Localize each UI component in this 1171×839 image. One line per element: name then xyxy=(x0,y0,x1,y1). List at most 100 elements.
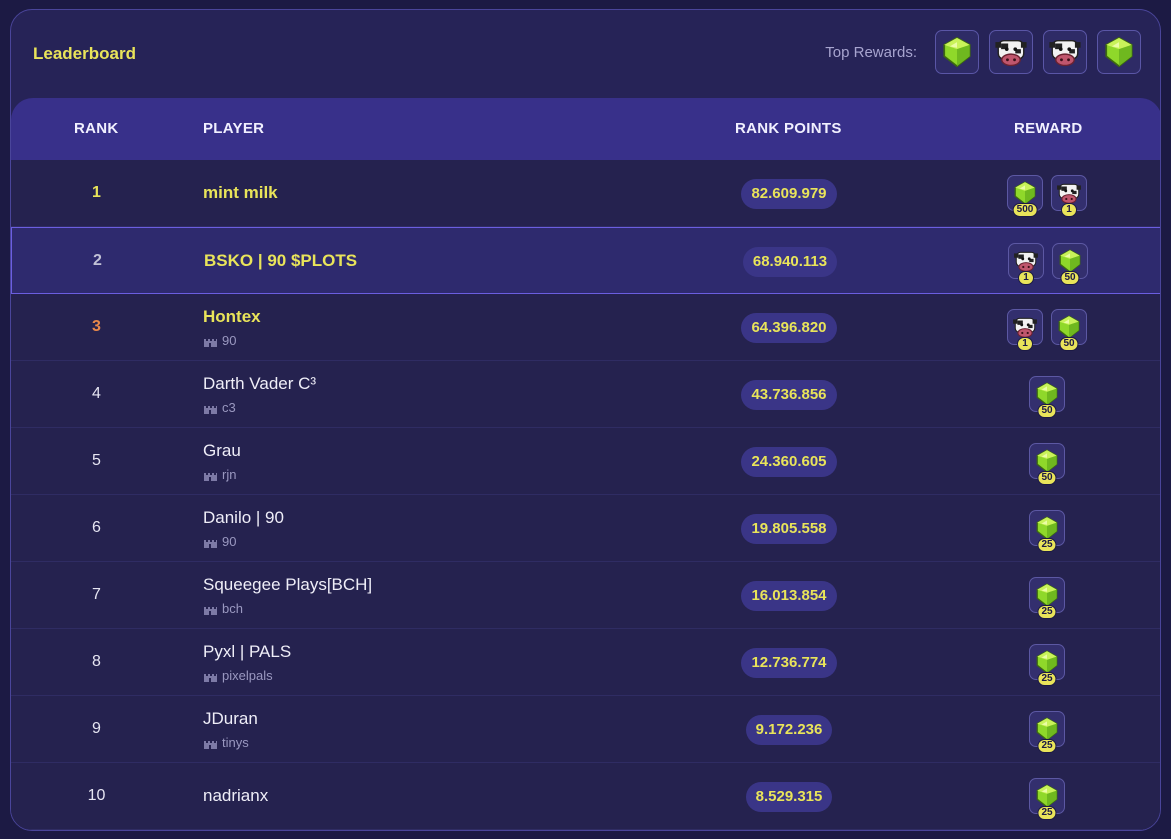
guild-tag: 90 xyxy=(203,333,236,348)
guild-name: 90 xyxy=(222,534,237,549)
reward-quantity: 25 xyxy=(1037,605,1057,619)
reward-item[interactable]: 25 xyxy=(1029,510,1065,552)
rank-cell: 2 xyxy=(93,252,102,269)
player-name[interactable]: Pyxl | PALS xyxy=(203,642,291,662)
castle-icon xyxy=(203,469,222,481)
player-name[interactable]: Hontex xyxy=(203,307,261,327)
reward-item[interactable]: 25 xyxy=(1029,644,1065,686)
reward-item[interactable]: 25 xyxy=(1029,711,1065,753)
player-name[interactable]: mint milk xyxy=(203,183,278,203)
table-row[interactable]: 10 nadrianx 8.529.315 25 xyxy=(11,763,1160,830)
player-name[interactable]: Danilo | 90 xyxy=(203,508,284,528)
player-name[interactable]: BSKO | 90 $PLOTS xyxy=(204,251,357,271)
reward-quantity: 1 xyxy=(1061,203,1077,217)
guild-tag: bch xyxy=(203,601,243,616)
leaderboard-header: Leaderboard Top Rewards: xyxy=(11,10,1160,100)
table-row[interactable]: 9 JDuran tinys 9.172.236 25 xyxy=(11,696,1160,763)
castle-icon xyxy=(203,335,222,347)
top-rewards-label: Top Rewards: xyxy=(825,43,917,61)
guild-name: c3 xyxy=(222,400,236,415)
player-name[interactable]: nadrianx xyxy=(203,786,268,806)
guild-tag: c3 xyxy=(203,400,236,415)
table-row[interactable]: 8 Pyxl | PALS pixelpals 12.736.774 25 xyxy=(11,629,1160,696)
column-header-rank-points: RANK POINTS xyxy=(735,120,842,137)
leaderboard-table: RANK PLAYER RANK POINTS REWARD 1 mint mil… xyxy=(11,98,1160,830)
table-row[interactable]: 3 Hontex 90 64.396.820 1 50 xyxy=(11,294,1160,361)
guild-name: pixelpals xyxy=(222,668,273,683)
leaderboard-title: Leaderboard xyxy=(33,44,136,63)
rank-points-badge: 16.013.854 xyxy=(741,581,837,611)
reward-quantity: 1 xyxy=(1017,337,1033,351)
reward-quantity: 500 xyxy=(1012,203,1038,217)
castle-icon xyxy=(203,536,222,548)
reward-item[interactable]: 1 xyxy=(1008,243,1044,285)
rank-points-badge: 9.172.236 xyxy=(745,715,833,745)
reward-item[interactable]: 50 xyxy=(1052,243,1088,285)
table-row[interactable]: 7 Squeegee Plays[BCH] bch 16.013.854 25 xyxy=(11,562,1160,629)
reward-cell: 50 xyxy=(941,376,1153,418)
reward-cell: 25 xyxy=(941,711,1153,753)
gem-icon xyxy=(1102,35,1136,69)
reward-cell: 50 xyxy=(941,443,1153,485)
reward-cell: 25 xyxy=(941,510,1153,552)
cow-icon xyxy=(1048,35,1082,69)
player-name[interactable]: Grau xyxy=(203,441,241,461)
top-reward-tile[interactable] xyxy=(1043,30,1087,74)
table-row[interactable]: 4 Darth Vader C³ c3 43.736.856 50 xyxy=(11,361,1160,428)
cow-icon xyxy=(994,35,1028,69)
castle-icon xyxy=(203,670,222,682)
reward-cell: 25 xyxy=(941,778,1153,820)
rank-points-badge: 43.736.856 xyxy=(741,380,837,410)
reward-item[interactable]: 1 xyxy=(1051,175,1087,217)
top-reward-tile[interactable] xyxy=(989,30,1033,74)
reward-quantity: 1 xyxy=(1018,271,1034,285)
column-header-reward: REWARD xyxy=(1014,120,1083,137)
castle-icon xyxy=(203,737,222,749)
reward-quantity: 50 xyxy=(1060,271,1080,285)
reward-quantity: 50 xyxy=(1037,471,1057,485)
table-row[interactable]: 1 mint milk 82.609.979 500 1 xyxy=(11,160,1160,227)
player-name[interactable]: JDuran xyxy=(203,709,258,729)
reward-item[interactable]: 50 xyxy=(1029,443,1065,485)
castle-icon xyxy=(203,402,222,414)
reward-cell: 1 50 xyxy=(942,243,1154,285)
reward-cell: 1 50 xyxy=(941,309,1153,351)
rank-cell: 7 xyxy=(92,586,101,603)
player-name[interactable]: Darth Vader C³ xyxy=(203,374,316,394)
top-reward-tile[interactable] xyxy=(1097,30,1141,74)
guild-tag: 90 xyxy=(203,534,236,549)
rank-points-badge: 64.396.820 xyxy=(741,313,837,343)
table-row[interactable]: 6 Danilo | 90 90 19.805.558 25 xyxy=(11,495,1160,562)
reward-item[interactable]: 1 xyxy=(1007,309,1043,351)
rank-cell: 1 xyxy=(92,184,101,201)
reward-item[interactable]: 50 xyxy=(1051,309,1087,351)
reward-item[interactable]: 500 xyxy=(1007,175,1043,217)
rank-points-badge: 12.736.774 xyxy=(741,648,837,678)
player-name[interactable]: Squeegee Plays[BCH] xyxy=(203,575,372,595)
rank-cell: 6 xyxy=(92,519,101,536)
rank-points-badge: 8.529.315 xyxy=(745,782,833,812)
reward-quantity: 25 xyxy=(1037,538,1057,552)
reward-quantity: 50 xyxy=(1059,337,1079,351)
guild-name: tinys xyxy=(222,735,249,750)
guild-name: rjn xyxy=(222,467,237,482)
reward-item[interactable]: 50 xyxy=(1029,376,1065,418)
reward-item[interactable]: 25 xyxy=(1029,577,1065,619)
rank-cell: 3 xyxy=(92,318,101,335)
table-row[interactable]: 2 BSKO | 90 $PLOTS 68.940.113 1 50 xyxy=(11,227,1160,294)
rank-points-badge: 68.940.113 xyxy=(742,247,838,277)
reward-quantity: 25 xyxy=(1037,806,1057,820)
table-row[interactable]: 5 Grau rjn 24.360.605 50 xyxy=(11,428,1160,495)
reward-quantity: 50 xyxy=(1037,404,1057,418)
reward-item[interactable]: 25 xyxy=(1029,778,1065,820)
reward-cell: 25 xyxy=(941,644,1153,686)
top-reward-tile[interactable] xyxy=(935,30,979,74)
reward-quantity: 25 xyxy=(1037,739,1057,753)
rank-cell: 9 xyxy=(92,720,101,737)
rank-cell: 8 xyxy=(92,653,101,670)
leaderboard-panel: Leaderboard Top Rewards: RANK PLAYER RAN… xyxy=(10,9,1161,831)
guild-name: 90 xyxy=(222,333,237,348)
reward-cell: 25 xyxy=(941,577,1153,619)
guild-tag: rjn xyxy=(203,467,236,482)
column-header-player: PLAYER xyxy=(203,120,265,137)
